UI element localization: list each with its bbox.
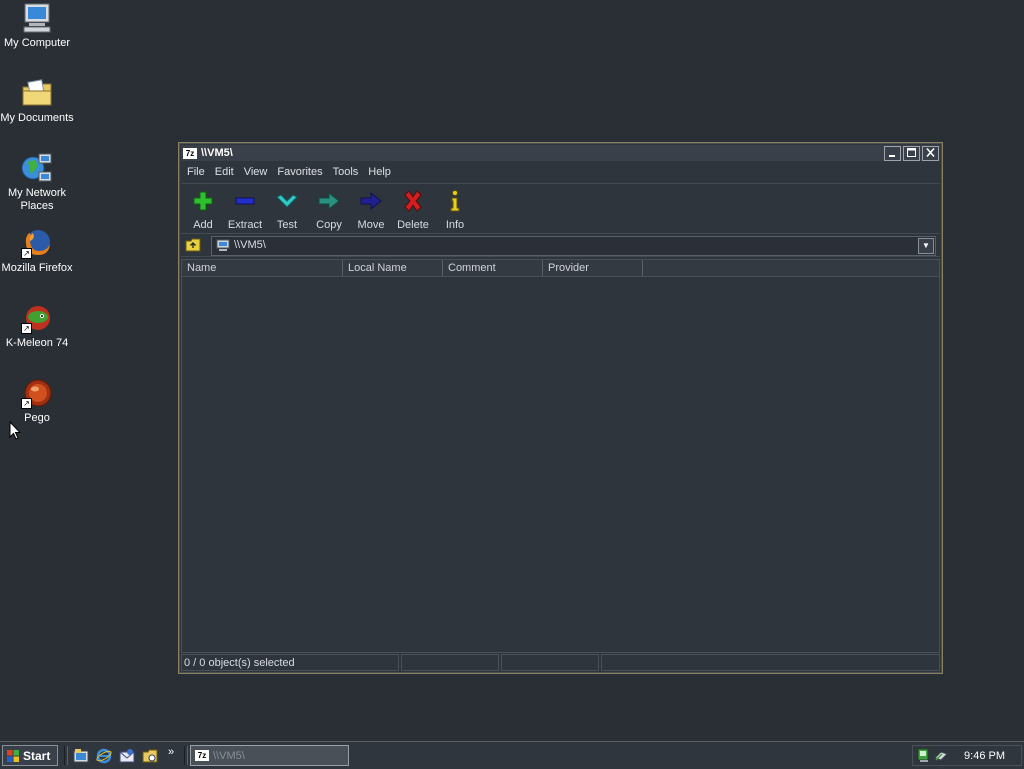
extract-button[interactable]: Extract — [223, 187, 267, 231]
desktop-icon-label: My Computer — [3, 37, 71, 49]
info-button[interactable]: Info — [435, 187, 475, 231]
chevron-down-icon: ▼ — [922, 241, 930, 250]
delete-x-icon — [404, 190, 422, 212]
test-label: Test — [276, 219, 298, 231]
mouse-cursor-icon — [9, 421, 21, 440]
my-documents-icon — [21, 77, 53, 109]
close-icon — [926, 147, 935, 157]
explorer-icon[interactable] — [142, 748, 158, 764]
ie-icon[interactable] — [96, 748, 112, 764]
system-tray: 9:46 PM — [912, 745, 1022, 766]
toolbar: Add Extract Test Copy Move Delete Info — [181, 183, 940, 232]
menu-file[interactable]: File — [181, 166, 210, 178]
app-icon: 7z — [195, 750, 209, 761]
app-icon: 7z — [183, 147, 197, 159]
column-header-provider[interactable]: Provider — [543, 260, 643, 276]
column-headers: Name Local Name Comment Provider — [182, 260, 939, 277]
menu-tools[interactable]: Tools — [328, 166, 364, 178]
column-header-local-name[interactable]: Local Name — [343, 260, 443, 276]
taskbar: Start » 7z \\VM5\ 9:46 PM — [0, 741, 1024, 769]
desktop: My Computer My Documents My Network Plac… — [0, 0, 1024, 740]
plus-icon — [193, 191, 213, 211]
start-label: Start — [23, 748, 51, 763]
desktop-icon-k-meleon[interactable]: ↗ K-Meleon 74 — [0, 302, 74, 350]
check-icon — [276, 194, 298, 208]
status-bar: 0 / 0 object(s) selected — [181, 654, 940, 672]
desktop-icon-my-computer[interactable]: My Computer — [0, 2, 74, 50]
column-header-name[interactable]: Name — [182, 260, 343, 276]
move-button[interactable]: Move — [351, 187, 391, 231]
file-list[interactable]: Name Local Name Comment Provider — [181, 259, 940, 653]
computer-icon — [216, 239, 230, 251]
status-pane-4 — [601, 654, 940, 671]
address-value: \\VM5\ — [234, 239, 266, 251]
desktop-icon-label: My Network Places — [7, 187, 67, 212]
up-folder-button[interactable] — [183, 236, 205, 254]
outlook-icon[interactable] — [119, 748, 135, 764]
shortcut-arrow-icon: ↗ — [21, 398, 32, 409]
desktop-icon-my-network-places[interactable]: My Network Places — [0, 152, 74, 213]
add-button[interactable]: Add — [183, 187, 223, 231]
menu-bar: File Edit View Favorites Tools Help — [181, 163, 940, 181]
info-label: Info — [445, 219, 465, 231]
quick-launch-more-chevron-icon[interactable]: » — [168, 746, 174, 758]
desktop-icon-label: My Documents — [0, 112, 74, 124]
extract-label: Extract — [227, 219, 263, 231]
close-button[interactable] — [922, 145, 939, 161]
my-computer-icon — [21, 2, 53, 34]
desktop-icon-mozilla-firefox[interactable]: ↗ Mozilla Firefox — [0, 227, 74, 275]
menu-favorites[interactable]: Favorites — [272, 166, 327, 178]
status-pane-3 — [501, 654, 599, 671]
start-button[interactable]: Start — [2, 745, 58, 766]
add-label: Add — [193, 219, 213, 231]
taskbar-separator — [184, 746, 188, 765]
folder-up-icon — [185, 238, 201, 252]
desktop-icon-pego[interactable]: ↗ Pego — [0, 377, 74, 425]
desktop-icon-label: K-Meleon 74 — [5, 337, 69, 349]
taskbar-window-button[interactable]: 7z \\VM5\ — [190, 745, 349, 766]
menu-help[interactable]: Help — [363, 166, 396, 178]
menu-edit[interactable]: Edit — [210, 166, 239, 178]
info-icon — [450, 190, 460, 212]
delete-button[interactable]: Delete — [393, 187, 433, 231]
move-label: Move — [357, 219, 385, 231]
title-bar[interactable]: 7z \\VM5\ — [181, 145, 940, 161]
volume-tray-icon[interactable] — [933, 748, 948, 763]
move-arrow-icon — [360, 191, 382, 211]
network-tray-icon[interactable] — [917, 748, 932, 763]
show-desktop-icon[interactable] — [73, 748, 89, 764]
file-manager-window: 7z \\VM5\ File Edit View Favorites Tools… — [178, 142, 943, 674]
taskbar-window-label: \\VM5\ — [213, 749, 245, 762]
window-title: \\VM5\ — [201, 147, 233, 159]
taskbar-separator — [64, 746, 68, 765]
test-button[interactable]: Test — [267, 187, 307, 231]
desktop-icon-label: Mozilla Firefox — [1, 262, 73, 274]
copy-button[interactable]: Copy — [309, 187, 349, 231]
address-dropdown-button[interactable]: ▼ — [918, 238, 934, 254]
minimize-icon — [889, 154, 895, 157]
column-header-comment[interactable]: Comment — [443, 260, 543, 276]
maximize-button[interactable] — [903, 145, 920, 161]
pego-icon: ↗ — [21, 377, 53, 409]
copy-arrow-icon — [318, 191, 340, 211]
maximize-icon — [907, 147, 916, 157]
clock[interactable]: 9:46 PM — [964, 750, 1005, 762]
address-combobox[interactable]: \\VM5\ ▼ — [211, 236, 936, 256]
shortcut-arrow-icon: ↗ — [21, 248, 32, 259]
delete-label: Delete — [397, 219, 429, 231]
address-bar: \\VM5\ ▼ — [181, 233, 940, 257]
network-places-icon — [21, 152, 53, 184]
kmeleon-icon: ↗ — [21, 302, 53, 334]
desktop-icon-my-documents[interactable]: My Documents — [0, 77, 74, 125]
menu-view[interactable]: View — [239, 166, 273, 178]
minus-icon — [235, 197, 255, 205]
shortcut-arrow-icon: ↗ — [21, 323, 32, 334]
column-header-filler — [643, 260, 939, 276]
copy-label: Copy — [316, 219, 342, 231]
status-pane-2 — [401, 654, 499, 671]
firefox-icon: ↗ — [21, 227, 53, 259]
windows-flag-icon — [7, 749, 19, 762]
status-selection: 0 / 0 object(s) selected — [181, 654, 399, 671]
minimize-button[interactable] — [884, 145, 901, 161]
